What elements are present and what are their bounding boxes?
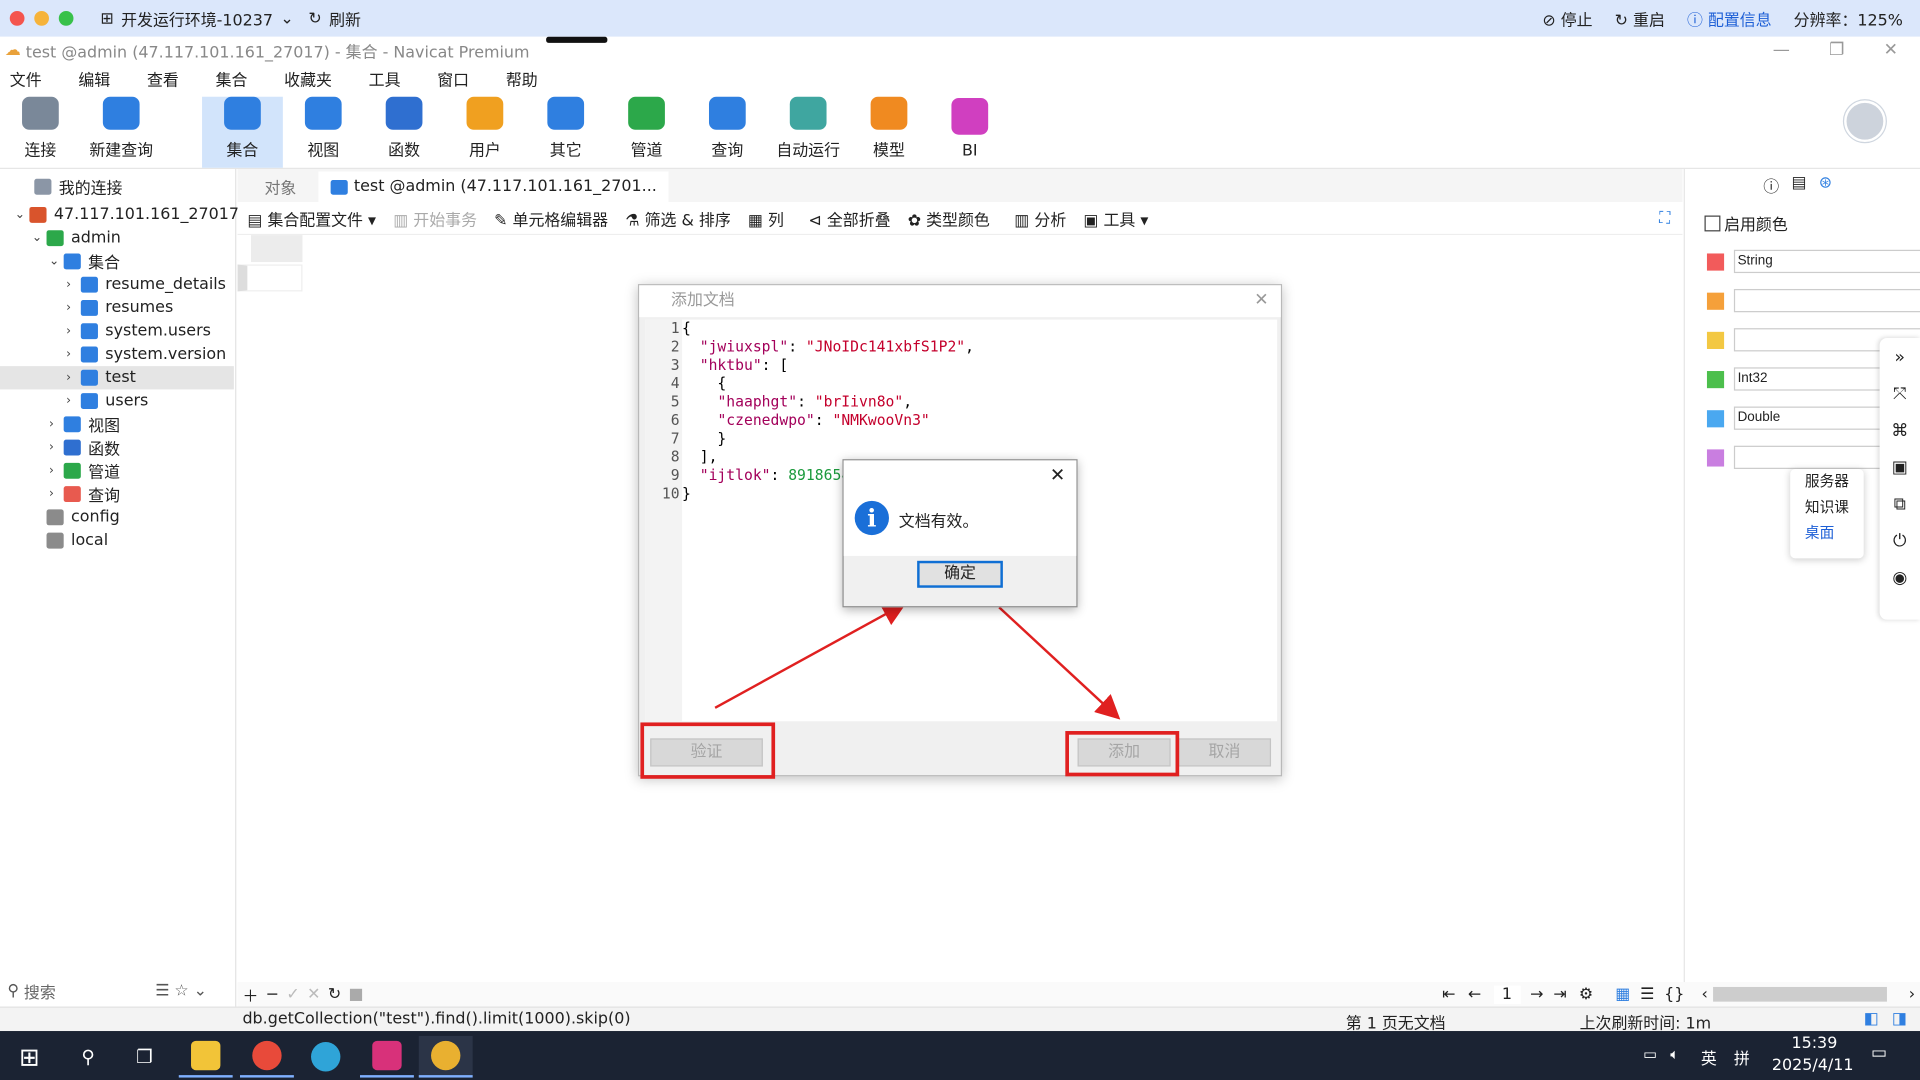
page-number[interactable]: 1 (1493, 985, 1521, 1004)
windows-start-icon: ⊞ (19, 1042, 40, 1072)
message-close-icon[interactable]: ✕ (1050, 464, 1065, 486)
task-view-button[interactable]: ❐ (118, 1036, 172, 1078)
arrow-to-message (714, 602, 907, 709)
search-icon: ⚲ (81, 1045, 95, 1068)
clock-date[interactable]: 2025/4/11 (1772, 1057, 1854, 1075)
status-refresh: 上次刷新时间: 1m (1579, 1015, 1712, 1034)
notification-icon[interactable]: ▭ (1871, 1043, 1887, 1063)
add-record-icon[interactable]: ＋ (242, 983, 258, 1006)
delete-record-icon[interactable]: − (266, 985, 279, 1003)
apply-icon[interactable]: ✓ (286, 985, 299, 1003)
volume-icon[interactable]: 🔈︎ (1670, 1046, 1679, 1064)
search-button[interactable]: ⚲ (61, 1036, 115, 1078)
navicat-app[interactable] (418, 1035, 473, 1078)
message-text: 文档有效。 (898, 513, 979, 532)
clock-time[interactable]: 15:39 (1791, 1035, 1837, 1053)
split-view-icon[interactable]: ◧ (1864, 1010, 1879, 1028)
edge-app[interactable] (299, 1036, 353, 1078)
explorer-app[interactable] (178, 1036, 233, 1078)
message-box: ✕ i 文档有效。 确定 (842, 459, 1078, 608)
network-icon[interactable]: ▭ (1643, 1046, 1657, 1063)
ok-button[interactable]: 确定 (917, 560, 1003, 588)
scroll-right-icon[interactable]: › (1909, 985, 1915, 1003)
prev-page-icon[interactable]: ← (1468, 985, 1481, 1003)
status-pageinfo: 第 1 页无文档 (1345, 1015, 1446, 1034)
intellij-app[interactable] (360, 1036, 414, 1078)
form-view-icon[interactable]: ☰ (1640, 985, 1654, 1003)
first-page-icon[interactable]: ⇤ (1442, 985, 1455, 1003)
discard-icon[interactable]: ✕ (307, 985, 320, 1003)
status-bar: db.getCollection("test").find().limit(10… (0, 1006, 1920, 1034)
info-icon: i (854, 500, 889, 536)
task-view-icon: ❐ (136, 1045, 153, 1068)
last-page-icon[interactable]: ⇥ (1553, 985, 1566, 1003)
edge-icon (311, 1042, 341, 1072)
ime-mode[interactable]: 拼 (1734, 1046, 1750, 1069)
status-query: db.getCollection("test").find().limit(10… (242, 1010, 631, 1029)
folder-icon (191, 1040, 221, 1071)
chrome-app[interactable] (240, 1036, 294, 1078)
reload-icon[interactable]: ↻ (328, 985, 341, 1003)
intellij-icon (372, 1040, 402, 1071)
settings-icon[interactable]: ⚙ (1579, 985, 1593, 1003)
json-view-icon[interactable]: {} (1664, 985, 1684, 1003)
side-panel-icon[interactable]: ◨ (1892, 1010, 1907, 1028)
start-button[interactable]: ⊞ (2, 1036, 56, 1078)
scroll-left-icon[interactable]: ‹ (1702, 985, 1708, 1003)
taskbar: ⊞ ⚲ ❐ ▭ 🔈︎ 英 拼 15:39 2025/4/11 ▭ (0, 1031, 1920, 1080)
chrome-icon (252, 1040, 282, 1071)
ime-lang[interactable]: 英 (1701, 1046, 1717, 1069)
arrow-to-add (998, 606, 1121, 720)
grid-view-icon[interactable]: ▦ (1615, 985, 1630, 1003)
horizontal-scrollbar[interactable] (1712, 986, 1887, 1002)
next-page-icon[interactable]: → (1530, 985, 1543, 1003)
navicat-icon (431, 1040, 461, 1071)
record-nav-bar: ＋ − ✓ ✕ ↻ ■ ⇤ ← 1 → ⇥ ⚙ ▦ ☰ {} ‹ › (237, 982, 1920, 1007)
stop-icon[interactable]: ■ (349, 985, 364, 1003)
